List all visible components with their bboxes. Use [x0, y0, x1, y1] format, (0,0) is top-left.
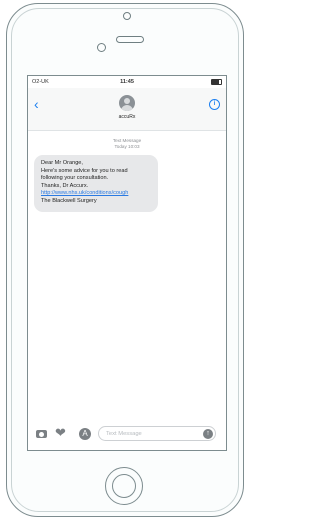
status-bar: O2-UK 11:45	[28, 76, 226, 88]
digital-touch-icon[interactable]: ❤	[55, 426, 66, 440]
conversation-header: ‹ accuRx i	[28, 88, 226, 131]
home-button[interactable]	[105, 467, 143, 505]
message-input[interactable]: Text Message ↑	[98, 426, 216, 441]
message-link[interactable]: http://www.nhs.uk/conditions/cough	[41, 190, 152, 198]
home-button-ring	[112, 474, 136, 498]
message-timestamp: Today 10:03	[114, 144, 140, 149]
incoming-message-bubble: Dear Mr Orange, Here's some advice for y…	[34, 155, 158, 212]
phone-screen: O2-UK 11:45 ‹ accuRx i Text Message Toda…	[27, 75, 227, 451]
status-time: 11:45	[120, 79, 134, 85]
front-sensor	[123, 12, 131, 20]
chevron-left-icon[interactable]: ‹	[34, 97, 39, 111]
message-input-placeholder: Text Message	[106, 431, 142, 437]
contact-avatar[interactable]	[119, 95, 135, 111]
contact-name[interactable]: accuRx	[28, 114, 226, 120]
message-line: following your consultation.	[41, 175, 109, 182]
front-camera	[97, 43, 106, 52]
message-line: Here's some advice for you to read	[41, 167, 128, 174]
message-line: Dear Mr Orange,	[41, 160, 83, 166]
camera-icon[interactable]	[36, 430, 47, 438]
message-composer: ❤ A Text Message ↑	[28, 420, 226, 450]
app-store-icon[interactable]: A	[79, 428, 91, 440]
thread-meta: Text Message Today 10:03	[28, 138, 226, 150]
info-icon[interactable]: i	[209, 99, 220, 110]
earpiece-speaker	[116, 36, 144, 43]
message-line: Thanks, Dr Accurx.	[41, 182, 89, 189]
send-arrow-icon[interactable]: ↑	[203, 429, 213, 439]
battery-icon	[211, 79, 222, 85]
message-line: The Blackwell Surgery	[41, 197, 97, 204]
